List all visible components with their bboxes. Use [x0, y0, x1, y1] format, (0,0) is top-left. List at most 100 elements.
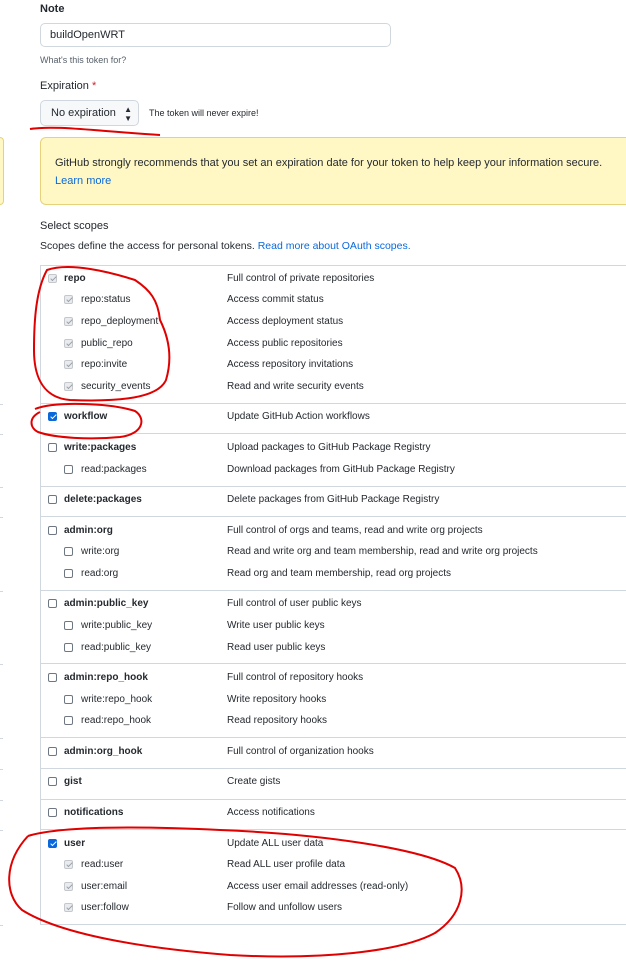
- learn-more-link[interactable]: Learn more: [55, 175, 111, 187]
- scope-name: notifications: [64, 807, 124, 818]
- scope-description: Access deployment status: [227, 316, 344, 327]
- scope-checkbox[interactable]: [48, 673, 57, 682]
- left-edge-guide: [0, 925, 3, 926]
- scope-checkbox: [64, 317, 73, 326]
- scope-name: write:org: [81, 546, 120, 557]
- note-input[interactable]: [40, 23, 391, 47]
- expiration-warning-flash: GitHub strongly recommends that you set …: [40, 137, 626, 205]
- scope-group-divider: [40, 663, 626, 664]
- scope-checkbox[interactable]: [48, 526, 57, 535]
- scope-description: Download packages from GitHub Package Re…: [227, 464, 455, 475]
- scope-checkbox[interactable]: [64, 716, 73, 725]
- scope-description: Read repository hooks: [227, 715, 328, 726]
- scope-checkbox[interactable]: [48, 808, 57, 817]
- scope-checkbox[interactable]: [48, 599, 57, 608]
- scope-description: Read and write org and team membership, …: [227, 546, 538, 557]
- scope-group-divider: [40, 403, 626, 404]
- scope-name: read:public_key: [81, 642, 152, 653]
- scope-description: Follow and unfollow users: [227, 902, 343, 913]
- scope-checkbox[interactable]: [64, 621, 73, 630]
- left-edge-guide: [0, 769, 3, 770]
- scope-name: public_repo: [81, 338, 133, 349]
- note-hint: What's this token for?: [40, 55, 127, 65]
- scope-name: repo: [64, 273, 86, 284]
- scope-name: user:follow: [81, 902, 129, 913]
- scope-checkbox: [64, 360, 73, 369]
- scope-checkbox: [64, 339, 73, 348]
- scope-name: admin:org: [64, 525, 113, 536]
- select-scopes-title: Select scopes: [40, 220, 109, 232]
- left-edge-guide: [0, 404, 3, 405]
- scope-description: Access user email addresses (read-only): [227, 881, 409, 892]
- scope-checkbox[interactable]: [48, 495, 57, 504]
- scope-name: write:repo_hook: [81, 694, 153, 705]
- scope-group-divider: [40, 829, 626, 830]
- scope-name: admin:org_hook: [64, 746, 143, 757]
- scope-checkbox[interactable]: [64, 643, 73, 652]
- left-edge-guide: [0, 800, 3, 801]
- scope-description: Full control of repository hooks: [227, 672, 364, 683]
- annotation-underline-expiration: [29, 126, 161, 136]
- scope-name: admin:public_key: [64, 598, 149, 609]
- scope-description: Full control of user public keys: [227, 598, 362, 609]
- scope-checkbox: [64, 382, 73, 391]
- scope-group-divider: [40, 799, 626, 800]
- scope-description: Create gists: [227, 776, 281, 787]
- scope-group-divider: [40, 486, 626, 487]
- scope-name: gist: [64, 776, 82, 787]
- scope-checkbox: [64, 882, 73, 891]
- scope-checkbox[interactable]: [64, 465, 73, 474]
- left-edge-guide: [0, 591, 3, 592]
- left-edge-guide: [0, 664, 3, 665]
- scope-checkbox[interactable]: [48, 777, 57, 786]
- expiration-selected: No expiration: [51, 107, 116, 119]
- scope-name: write:public_key: [81, 620, 153, 631]
- required-mark: *: [91, 80, 97, 92]
- scope-description: Update GitHub Action workflows: [227, 411, 370, 422]
- scope-checkbox[interactable]: [48, 839, 57, 848]
- scope-checkbox[interactable]: [64, 695, 73, 704]
- left-edge-guide: [0, 487, 3, 488]
- scope-description: Write repository hooks: [227, 694, 327, 705]
- scope-description: Read org and team membership, read org p…: [227, 568, 452, 579]
- scope-description: Full control of orgs and teams, read and…: [227, 525, 483, 536]
- scope-name: read:org: [81, 568, 119, 579]
- scope-description: Read user public keys: [227, 642, 326, 653]
- scope-name: write:packages: [64, 442, 137, 453]
- scope-checkbox[interactable]: [64, 569, 73, 578]
- scope-name: delete:packages: [64, 494, 142, 505]
- scope-description: Read and write security events: [227, 381, 364, 392]
- scope-name: read:repo_hook: [81, 715, 152, 726]
- left-edge-guide: [0, 830, 3, 831]
- scope-description: Delete packages from GitHub Package Regi…: [227, 494, 440, 505]
- scope-checkbox: [64, 860, 73, 869]
- left-edge-guide: [0, 434, 3, 435]
- scope-group-divider: [40, 590, 626, 591]
- scope-checkbox[interactable]: [48, 443, 57, 452]
- flash-text: GitHub strongly recommends that you set …: [55, 157, 603, 169]
- scope-name: read:packages: [81, 464, 147, 475]
- scope-checkbox[interactable]: [48, 412, 57, 421]
- left-edge-guide: [0, 517, 3, 518]
- expiration-select[interactable]: No expiration ▲ ▼: [40, 100, 139, 126]
- scope-description: Access public repositories: [227, 338, 343, 349]
- scope-checkbox[interactable]: [64, 547, 73, 556]
- scope-description: Access repository invitations: [227, 359, 354, 370]
- scope-checkbox[interactable]: [48, 747, 57, 756]
- scope-description: Read ALL user profile data: [227, 859, 346, 870]
- chevron-updown-icon: ▲ ▼: [124, 105, 132, 123]
- scope-description: Full control of private repositories: [227, 273, 375, 284]
- scope-name: repo:status: [81, 294, 131, 305]
- scope-name: user:email: [81, 881, 128, 892]
- scopes-description: Scopes define the access for personal to…: [40, 240, 411, 252]
- scope-group-divider: [40, 768, 626, 769]
- scope-group-divider: [40, 737, 626, 738]
- note-label: Note: [40, 3, 65, 15]
- scope-group-divider: [40, 433, 626, 434]
- scope-checkbox: [64, 295, 73, 304]
- scope-name: security_events: [81, 381, 151, 392]
- scope-group-divider: [40, 516, 626, 517]
- oauth-scopes-link[interactable]: Read more about OAuth scopes.: [258, 240, 411, 252]
- scope-description: Full control of organization hooks: [227, 746, 374, 757]
- scope-name: admin:repo_hook: [64, 672, 148, 683]
